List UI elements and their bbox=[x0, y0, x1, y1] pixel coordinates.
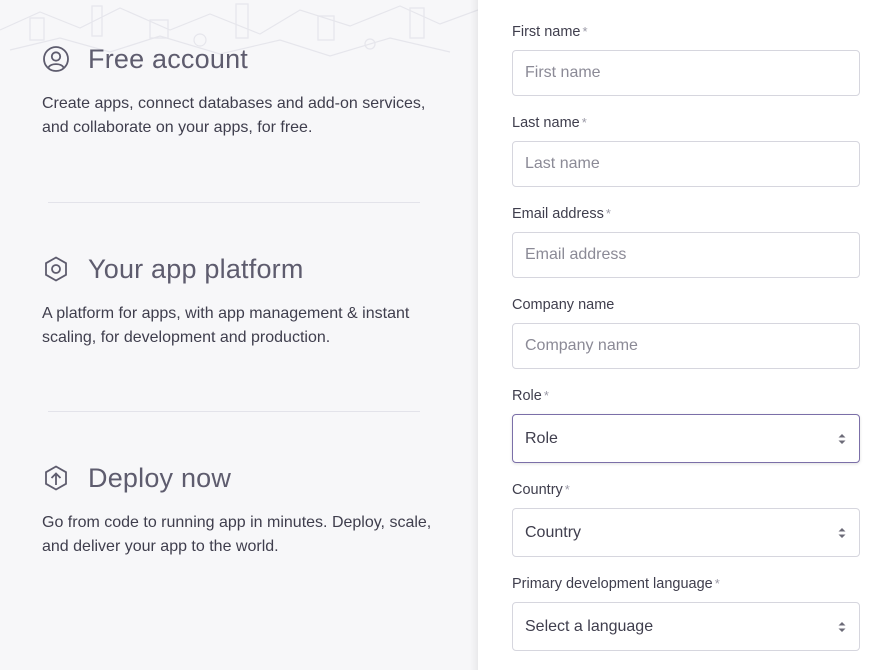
select-arrows-icon bbox=[837, 620, 847, 634]
role-value: Role bbox=[525, 429, 558, 447]
last-name-group: Last name * Last name bbox=[512, 115, 860, 187]
feature-title: Free account bbox=[88, 43, 248, 74]
feature-description: Create apps, connect databases and add-o… bbox=[42, 95, 426, 136]
email-placeholder: Email address bbox=[525, 246, 627, 263]
required-marker: * bbox=[564, 482, 570, 497]
country-value: Country bbox=[525, 523, 582, 541]
language-select[interactable]: Select a language bbox=[512, 602, 860, 651]
required-marker: * bbox=[605, 206, 611, 221]
hexagon-icon bbox=[42, 255, 70, 283]
feature-title: Your app platform bbox=[88, 253, 304, 284]
feature-app-platform: Your app platform A platform for apps, w… bbox=[42, 252, 442, 350]
email-input[interactable]: Email address bbox=[512, 232, 860, 278]
last-name-input[interactable]: Last name bbox=[512, 141, 860, 187]
last-name-placeholder: Last name bbox=[525, 155, 600, 172]
language-group: Primary development language * Select a l… bbox=[512, 576, 860, 651]
role-select[interactable]: Role bbox=[512, 414, 860, 463]
upload-arrow-icon bbox=[42, 464, 70, 492]
role-group: Role * Role bbox=[512, 388, 860, 463]
language-value: Select a language bbox=[525, 617, 654, 635]
divider bbox=[48, 202, 420, 203]
user-circle-icon bbox=[42, 45, 70, 73]
role-label: Role bbox=[512, 388, 542, 404]
feature-title: Deploy now bbox=[88, 462, 232, 493]
company-placeholder: Company name bbox=[525, 337, 638, 354]
country-select[interactable]: Country bbox=[512, 508, 860, 557]
email-label: Email address bbox=[512, 206, 604, 222]
first-name-label: First name bbox=[512, 24, 581, 40]
first-name-input[interactable]: First name bbox=[512, 50, 860, 96]
country-group: Country * Country bbox=[512, 482, 860, 557]
language-label: Primary development language bbox=[512, 576, 713, 592]
required-marker: * bbox=[714, 576, 720, 591]
feature-description: A platform for apps, with app management… bbox=[42, 305, 410, 346]
select-arrows-icon bbox=[837, 526, 847, 540]
required-marker: * bbox=[543, 388, 549, 403]
required-marker: * bbox=[581, 115, 587, 130]
company-input[interactable]: Company name bbox=[512, 323, 860, 369]
company-label: Company name bbox=[512, 297, 615, 313]
first-name-group: First name * First name bbox=[512, 24, 860, 96]
feature-description: Go from code to running app in minutes. … bbox=[42, 514, 432, 555]
divider bbox=[48, 411, 420, 412]
feature-free-account: Free account Create apps, connect databa… bbox=[42, 42, 442, 140]
first-name-placeholder: First name bbox=[525, 64, 601, 81]
email-group: Email address * Email address bbox=[512, 206, 860, 278]
feature-deploy-now: Deploy now Go from code to running app i… bbox=[42, 461, 442, 559]
country-label: Country bbox=[512, 482, 563, 498]
signup-form: First name * First name Last name * Last n… bbox=[478, 0, 880, 670]
last-name-label: Last name bbox=[512, 115, 580, 131]
required-marker: * bbox=[582, 24, 588, 39]
features-panel: Free account Create apps, connect databa… bbox=[0, 0, 478, 670]
select-arrows-icon bbox=[837, 432, 847, 446]
company-group: Company name Company name bbox=[512, 297, 860, 369]
